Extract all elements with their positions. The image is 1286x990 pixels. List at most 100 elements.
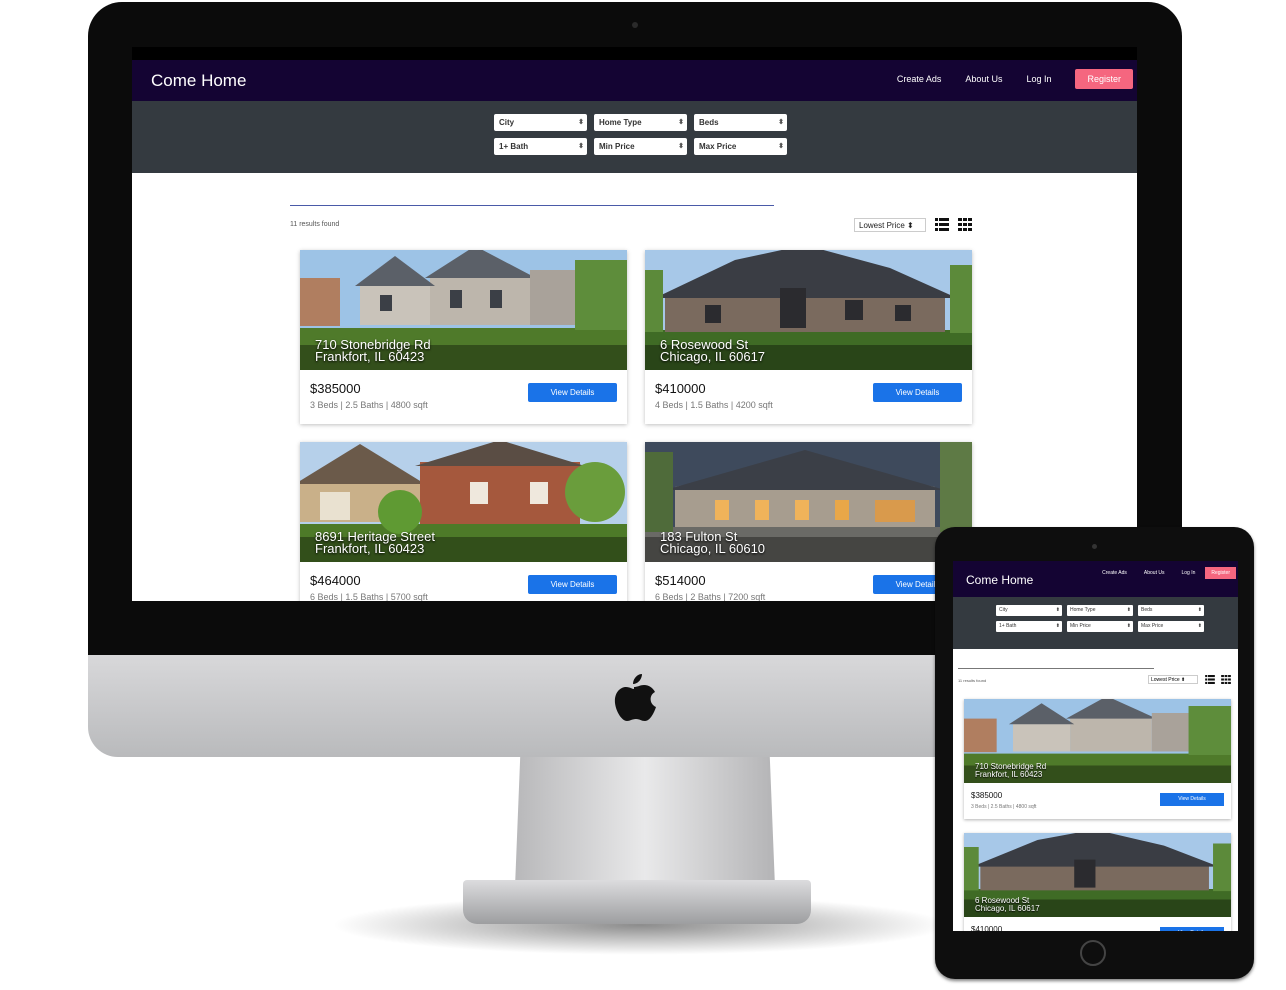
nav-create-ads[interactable]: Create Ads: [897, 74, 942, 84]
nav-log-in[interactable]: Log In: [1026, 74, 1051, 84]
listing-card: 6 Rosewood StChicago, IL 60617 $410000 4…: [964, 833, 1231, 931]
imac-camera: [632, 22, 638, 28]
desktop-screen: Come Home Create Ads About Us Log In Reg…: [132, 47, 1137, 601]
listing-price: $464000: [310, 573, 361, 588]
max-price-select[interactable]: Max Price ⬍: [694, 138, 787, 155]
listing-meta: 6 Beds | 2 Baths | 7200 sqft: [655, 592, 766, 601]
tablet-navbar: Come Home Create Ads About Us Log In Reg…: [953, 561, 1238, 597]
beds-select[interactable]: Beds ⬍: [694, 114, 787, 131]
chevron-updown-icon: ⬍: [1126, 623, 1131, 629]
nav-about-us[interactable]: About Us: [1144, 570, 1165, 576]
listing-meta: 6 Beds | 1.5 Baths | 5700 sqft: [310, 592, 428, 601]
chevron-updown-icon: ⬍: [1181, 677, 1186, 683]
nav-links: Create Ads About Us Log In Register: [1085, 567, 1236, 579]
view-details-button[interactable]: View Details: [528, 383, 617, 402]
min-price-select-label: Min Price: [599, 142, 635, 151]
listing-price: $410000: [655, 381, 706, 396]
min-price-select[interactable]: Min Price ⬍: [594, 138, 687, 155]
max-price-select-label: Max Price: [1141, 623, 1164, 629]
bath-select-label: 1+ Bath: [499, 142, 529, 151]
beds-select-label: Beds: [1141, 607, 1153, 613]
listing-price: $410000: [971, 925, 1003, 931]
listing-price: $385000: [310, 381, 361, 396]
tablet-filter-bar: City ⬍ Home Type ⬍ Beds ⬍ 1+ Bath ⬍ Min Pric…: [953, 597, 1238, 649]
city-select[interactable]: City ⬍: [996, 605, 1062, 616]
listing-card: 8691 Heritage Street Frankfort, IL 60423 …: [300, 442, 627, 601]
grid-view-icon[interactable]: [1221, 675, 1231, 684]
listing-photo[interactable]: 8691 Heritage Street Frankfort, IL 60423: [300, 442, 627, 562]
address-city: Frankfort, IL 60423: [315, 541, 425, 556]
listing-grid: 710 Stonebridge Rd Frankfort, IL 60423 $3…: [300, 250, 972, 601]
search-underline: [290, 205, 774, 206]
list-view-icon[interactable]: [1205, 675, 1215, 684]
register-button[interactable]: Register: [1075, 69, 1133, 89]
bath-select[interactable]: 1+ Bath ⬍: [996, 621, 1062, 632]
sort-select[interactable]: Lowest Price ⬍: [1148, 675, 1198, 684]
address-city: Frankfort, IL 60423: [975, 770, 1043, 779]
view-details-button[interactable]: View Details: [873, 383, 962, 402]
address-city: Chicago, IL 60610: [660, 541, 766, 556]
home-type-select[interactable]: Home Type ⬍: [594, 114, 687, 131]
grid-view-icon[interactable]: [958, 218, 972, 231]
listing-meta: 3 Beds | 2.5 Baths | 4800 sqft: [971, 804, 1037, 810]
chevron-updown-icon: ⬍: [778, 119, 784, 126]
home-type-select-label: Home Type: [599, 118, 642, 127]
listing-address: 710 Stonebridge Rd Frankfort, IL 60423: [975, 763, 1046, 779]
chevron-updown-icon: ⬍: [1055, 607, 1060, 613]
listing-photo[interactable]: 6 Rosewood St Chicago, IL 60617: [645, 250, 972, 370]
results-count: 11 results found: [290, 221, 340, 228]
ipad-camera: [1092, 544, 1097, 549]
chevron-updown-icon: ⬍: [907, 221, 914, 230]
register-button[interactable]: Register: [1205, 567, 1236, 579]
view-details-button[interactable]: View Details: [528, 575, 617, 594]
chevron-updown-icon: ⬍: [578, 143, 584, 150]
chevron-updown-icon: ⬍: [678, 143, 684, 150]
listing-card: 6 Rosewood StChicago, IL 60617 $410000 4…: [645, 250, 972, 424]
results-count: 11 results found: [958, 678, 987, 683]
view-details-button[interactable]: View Details: [1160, 927, 1224, 931]
min-price-select[interactable]: Min Price ⬍: [1067, 621, 1133, 632]
filters: City ⬍ Home Type ⬍ Beds ⬍ 1+ Bath ⬍ Min Pric…: [996, 605, 1204, 632]
view-details-button[interactable]: View Details: [1160, 793, 1224, 806]
listing-photo[interactable]: 710 Stonebridge Rd Frankfort, IL 60423: [964, 699, 1231, 783]
listing-photo[interactable]: 710 Stonebridge Rd Frankfort, IL 60423: [300, 250, 627, 370]
address-city: Chicago, IL 60617: [975, 904, 1040, 913]
nav-create-ads[interactable]: Create Ads: [1102, 570, 1127, 576]
listing-address: 710 Stonebridge Rd Frankfort, IL 60423: [315, 338, 431, 363]
sort-select[interactable]: Lowest Price ⬍: [854, 218, 926, 232]
brand-logo[interactable]: Come Home: [966, 573, 1033, 587]
bath-select-label: 1+ Bath: [999, 623, 1017, 629]
nav-links: Create Ads About Us Log In Register: [873, 69, 1133, 89]
listing-meta: 4 Beds | 1.5 Baths | 4200 sqft: [655, 400, 773, 410]
chevron-updown-icon: ⬍: [1197, 623, 1202, 629]
chevron-updown-icon: ⬍: [1055, 623, 1060, 629]
bath-select[interactable]: 1+ Bath ⬍: [494, 138, 587, 155]
beds-select-label: Beds: [699, 118, 719, 127]
address-city: Chicago, IL 60617: [660, 349, 766, 364]
sort-select-label: Lowest Price: [859, 221, 905, 230]
navbar: Come Home Create Ads About Us Log In Reg…: [132, 60, 1137, 101]
max-price-select[interactable]: Max Price ⬍: [1138, 621, 1204, 632]
city-select[interactable]: City ⬍: [494, 114, 587, 131]
home-button-icon: [1080, 940, 1106, 966]
list-view-icon[interactable]: [935, 218, 949, 231]
beds-select[interactable]: Beds ⬍: [1138, 605, 1204, 616]
listing-photo[interactable]: 6 Rosewood St Chicago, IL 60617: [964, 833, 1231, 917]
listing-address: 8691 Heritage Street Frankfort, IL 60423: [315, 530, 435, 556]
brand-logo[interactable]: Come Home: [151, 71, 246, 91]
browser-top-strip: [132, 47, 1137, 60]
max-price-select-label: Max Price: [699, 142, 737, 151]
home-type-select[interactable]: Home Type ⬍: [1067, 605, 1133, 616]
listing-price: $514000: [655, 573, 706, 588]
city-select-label: City: [499, 118, 515, 127]
nav-about-us[interactable]: About Us: [965, 74, 1002, 84]
search-underline: [958, 668, 1154, 669]
nav-log-in[interactable]: Log In: [1181, 570, 1195, 576]
ipad-device: Come Home Create Ads About Us Log In Reg…: [935, 527, 1254, 979]
listing-photo[interactable]: 183 Fulton St Chicago, IL 60610: [645, 442, 972, 562]
chevron-updown-icon: ⬍: [778, 143, 784, 150]
chevron-updown-icon: ⬍: [678, 119, 684, 126]
listing-address: 183 Fulton St Chicago, IL 60610: [660, 530, 766, 556]
chevron-updown-icon: ⬍: [1126, 607, 1131, 613]
listing-card: 710 Stonebridge Rd Frankfort, IL 60423 $3…: [300, 250, 627, 424]
